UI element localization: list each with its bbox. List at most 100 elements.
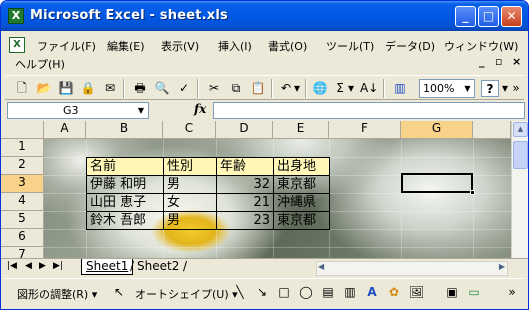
maximize-button[interactable]: □ <box>478 6 499 27</box>
column-header-f[interactable]: F <box>329 121 401 139</box>
row-header-4[interactable]: 4 <box>1 193 44 211</box>
oval-icon[interactable]: ◯ <box>299 285 313 299</box>
3d-style-icon[interactable]: ▭ <box>467 285 481 299</box>
menu-format[interactable]: 書式(O) <box>268 38 307 54</box>
row-header-5[interactable]: 5 <box>1 211 44 229</box>
menu-insert[interactable]: 挿入(I) <box>218 38 252 54</box>
arrow-icon[interactable]: ↘ <box>255 285 269 299</box>
menu-file[interactable]: ファイル(F) <box>37 38 96 54</box>
print-icon[interactable]: 🖶 <box>131 80 149 97</box>
copy-icon[interactable]: ⧉ <box>227 80 245 97</box>
column-header-a[interactable]: A <box>44 121 86 139</box>
menu-edit[interactable]: 編集(E) <box>107 38 145 54</box>
menu-view[interactable]: 表示(V) <box>161 38 199 54</box>
row-header-6[interactable]: 6 <box>1 229 44 247</box>
minimize-button[interactable]: _ <box>455 6 476 27</box>
select-objects-icon[interactable]: ↖ <box>112 285 126 299</box>
table-cell[interactable]: 21 <box>216 193 274 212</box>
hyperlink-icon[interactable]: 🌐 <box>311 80 329 97</box>
column-header-c[interactable]: C <box>163 121 216 139</box>
autosum-dropdown-icon[interactable]: ▾ <box>346 80 356 97</box>
excel-app-icon[interactable]: X <box>8 8 24 24</box>
formula-input[interactable] <box>213 102 525 119</box>
paste-icon[interactable]: 📋 <box>249 80 267 97</box>
title-bar[interactable]: X Microsoft Excel - sheet.xls _ □ ✕ <box>1 1 528 31</box>
select-all-corner[interactable] <box>1 121 44 139</box>
name-box[interactable]: G3 ▼ <box>7 102 149 119</box>
scroll-right-button[interactable]: ▶ <box>499 262 505 271</box>
table-header-name[interactable]: 名前 <box>86 157 164 176</box>
line-icon[interactable]: ╲ <box>233 285 247 299</box>
prev-sheet-button[interactable]: ◀ <box>25 261 32 271</box>
table-cell[interactable]: 東京都 <box>273 211 330 230</box>
toolbar-options-icon[interactable]: » <box>510 80 522 97</box>
row-header-1[interactable]: 1 <box>1 139 44 157</box>
table-cell[interactable]: 鈴木 吾郎 <box>86 211 164 230</box>
tab-sheet1[interactable]: Sheet1 <box>81 259 134 275</box>
doc-minimize-button[interactable]: _ <box>479 55 485 68</box>
next-sheet-button[interactable]: ▶ <box>39 261 46 271</box>
clipart-icon[interactable]: 🖼 <box>409 285 424 299</box>
column-header-d[interactable]: D <box>216 121 273 139</box>
sort-ascending-icon[interactable]: A↓ <box>360 80 378 97</box>
new-icon[interactable]: 🗋 <box>13 80 31 97</box>
toolbar-options-icon[interactable]: » <box>505 285 519 299</box>
row-header-7[interactable]: 7 <box>1 247 44 258</box>
fill-handle[interactable] <box>470 190 475 195</box>
table-cell[interactable]: 男 <box>163 211 217 230</box>
menu-window[interactable]: ウィンドウ(W) <box>444 38 518 54</box>
print-preview-icon[interactable]: 🔍 <box>153 80 171 97</box>
table-header-age[interactable]: 年齢 <box>216 157 274 176</box>
table-header-gender[interactable]: 性別 <box>163 157 217 176</box>
row-header-2[interactable]: 2 <box>1 157 44 175</box>
menu-help[interactable]: ヘルプ(H) <box>15 56 65 72</box>
close-button[interactable]: ✕ <box>501 6 522 27</box>
table-header-birthplace[interactable]: 出身地 <box>273 157 330 176</box>
help-dropdown-icon[interactable]: ▾ <box>500 80 510 97</box>
table-cell[interactable]: 女 <box>163 193 217 212</box>
first-sheet-button[interactable]: |◀ <box>7 261 17 271</box>
table-cell[interactable]: 東京都 <box>273 175 330 194</box>
zoom-dropdown[interactable]: 100% ▼ <box>419 79 475 98</box>
menu-tools[interactable]: ツール(T) <box>326 38 374 54</box>
menu-data[interactable]: データ(D) <box>385 38 435 54</box>
textbox-icon[interactable]: ▤ <box>321 285 335 299</box>
insert-function-icon[interactable]: fx <box>194 102 206 116</box>
row-header-3[interactable]: 3 <box>1 175 44 193</box>
last-sheet-button[interactable]: ▶| <box>53 261 63 271</box>
diagram-icon[interactable]: ✿ <box>387 285 401 299</box>
draw-menu-button[interactable]: 図形の調整(R) ▾ <box>17 286 97 302</box>
column-header-e[interactable]: E <box>273 121 329 139</box>
table-cell[interactable]: 男 <box>163 175 217 194</box>
worksheet-grid[interactable]: A B C D E F G 1 2 3 4 5 6 7 名前 性別 年齢 出身地 <box>1 121 528 258</box>
doc-restore-button[interactable]: ▫ <box>495 55 502 68</box>
rectangle-icon[interactable]: □ <box>277 285 291 299</box>
open-icon[interactable]: 📂 <box>35 80 53 97</box>
table-cell[interactable]: 沖縄県 <box>273 193 330 212</box>
autoshapes-button[interactable]: オートシェイプ(U) ▾ <box>135 286 238 302</box>
scroll-up-button[interactable]: ▲ <box>513 122 528 137</box>
insert-picture-icon[interactable]: ▣ <box>445 285 459 299</box>
chart-wizard-icon[interactable]: ▥ <box>391 80 409 97</box>
wordart-icon[interactable]: A <box>365 285 379 299</box>
horizontal-scrollbar[interactable]: ◀ ▶ <box>316 261 508 276</box>
table-cell[interactable]: 32 <box>216 175 274 194</box>
scroll-thumb[interactable] <box>513 141 528 169</box>
table-cell[interactable]: 伊藤 和明 <box>86 175 164 194</box>
vertical-scrollbar[interactable]: ▲ <box>511 121 528 258</box>
undo-dropdown-icon[interactable]: ▾ <box>292 80 302 97</box>
column-header-g[interactable]: G <box>401 121 473 139</box>
scroll-left-button[interactable]: ◀ <box>318 262 324 271</box>
spelling-icon[interactable]: ✓ <box>175 80 193 97</box>
vertical-textbox-icon[interactable]: ▥ <box>343 285 357 299</box>
save-icon[interactable]: 💾 <box>57 80 75 97</box>
table-cell[interactable]: 山田 恵子 <box>86 193 164 212</box>
workbook-icon[interactable]: X <box>9 37 25 53</box>
doc-close-button[interactable]: × <box>512 55 521 68</box>
active-cell-g3[interactable] <box>401 173 473 193</box>
chevron-down-icon[interactable]: ▼ <box>135 103 147 118</box>
column-header-b[interactable]: B <box>86 121 163 139</box>
email-icon[interactable]: ✉ <box>101 80 119 97</box>
tab-sheet2[interactable]: Sheet2 <box>133 259 183 275</box>
help-icon[interactable]: ? <box>481 80 499 97</box>
